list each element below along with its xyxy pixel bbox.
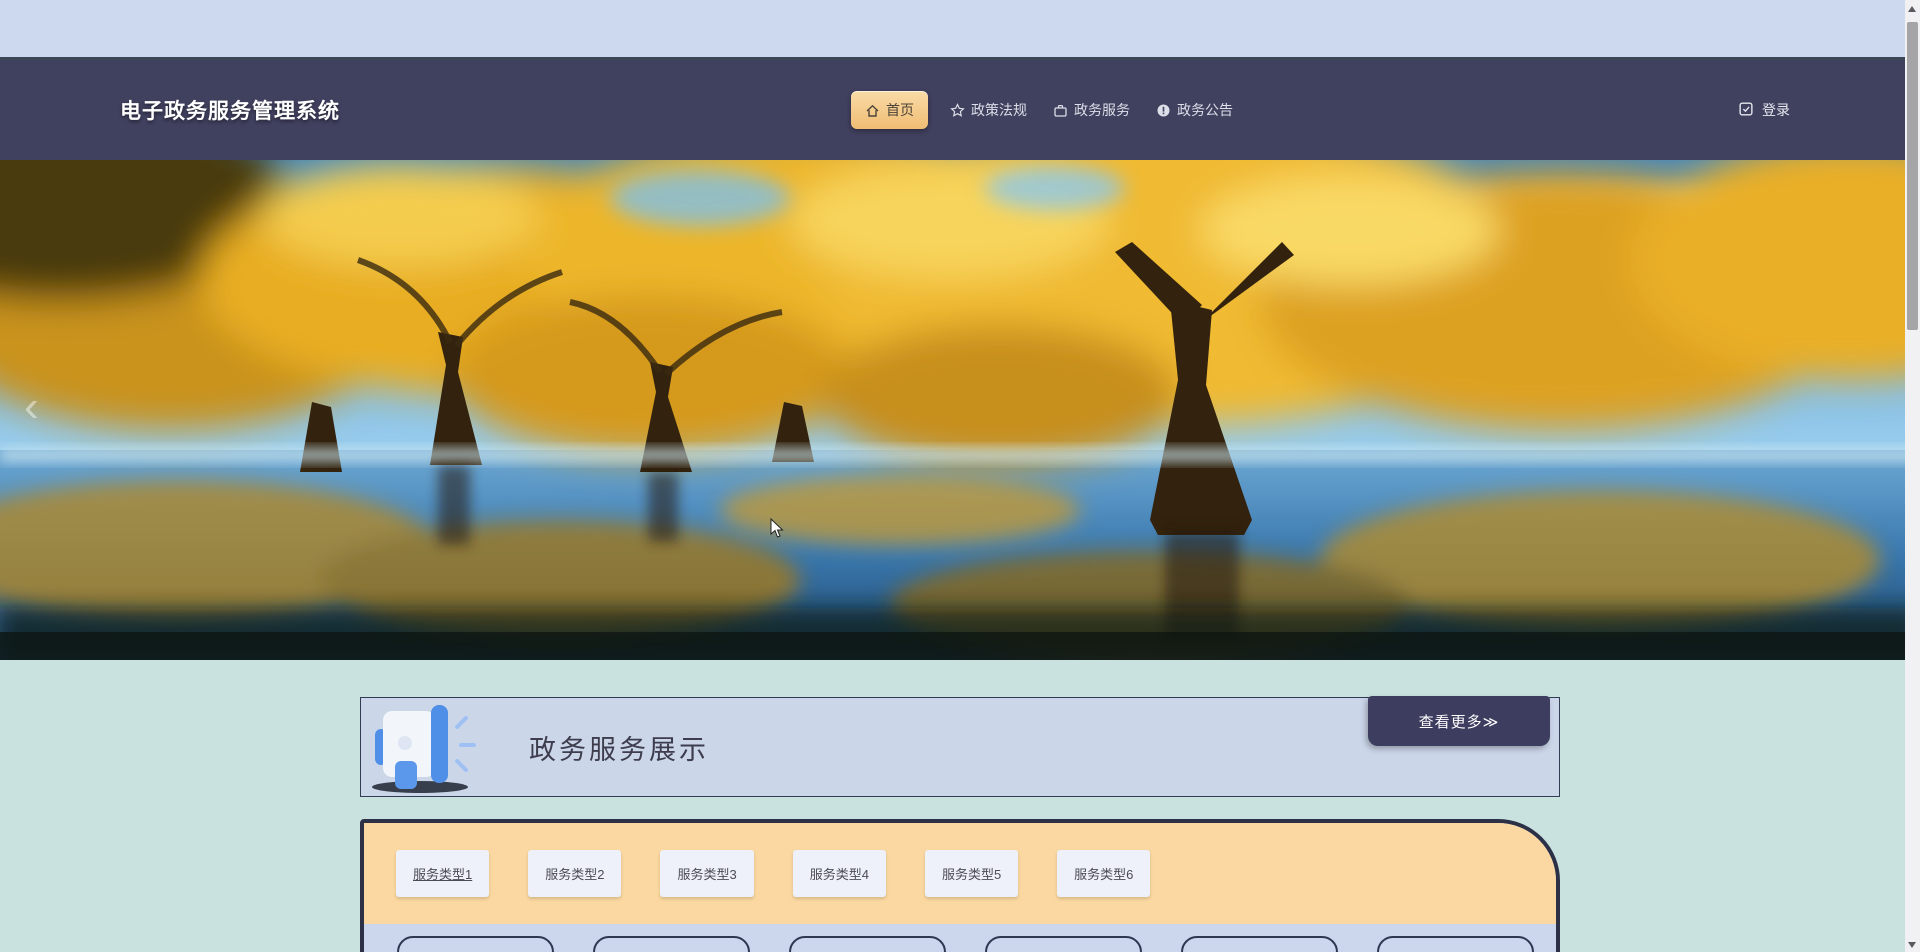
service-card[interactable]: [1181, 936, 1338, 952]
site-logo-title: 电子政务服务管理系统: [120, 95, 340, 125]
scrollbar-down-arrow[interactable]: [1908, 942, 1916, 948]
tab-service-type-2[interactable]: 服务类型2: [528, 850, 621, 897]
tab-service-type-4[interactable]: 服务类型4: [793, 850, 886, 897]
star-icon: [950, 103, 965, 118]
section-title: 政务服务展示: [529, 728, 709, 767]
scrollbar-up-arrow[interactable]: [1908, 6, 1916, 12]
nav-menu: 首页 政策法规 政务服务: [851, 91, 1237, 129]
browser-top-strip: [0, 0, 1920, 57]
nav-item-policies[interactable]: 政策法规: [946, 92, 1031, 128]
service-type-tabs: 服务类型1 服务类型2 服务类型3 服务类型4 服务类型5 服务类型6: [364, 823, 1556, 924]
services-panel: 服务类型1 服务类型2 服务类型3 服务类型4 服务类型5 服务类型6: [360, 819, 1560, 952]
megaphone-icon: [365, 699, 485, 795]
check-square-icon: [1738, 101, 1754, 120]
nav-item-home[interactable]: 首页: [851, 91, 928, 129]
services-section-header: 政务服务展示 查看更多≫: [360, 697, 1560, 797]
login-label: 登录: [1762, 100, 1790, 120]
nav-item-label: 首页: [886, 100, 914, 120]
nav-item-label: 政务服务: [1074, 100, 1130, 120]
info-icon: [1156, 103, 1171, 118]
login-button[interactable]: 登录: [1738, 100, 1790, 120]
home-icon: [865, 103, 880, 118]
mouse-cursor: [770, 518, 785, 544]
service-card[interactable]: [1377, 936, 1534, 952]
service-cards-row: [364, 924, 1556, 952]
scrollbar-thumb[interactable]: [1907, 22, 1918, 330]
see-more-button[interactable]: 查看更多≫: [1368, 696, 1550, 746]
carousel-prev-arrow[interactable]: ‹: [24, 385, 39, 429]
navbar: 电子政务服务管理系统 首页 政策法规: [0, 60, 1920, 160]
main-content: 政务服务展示 查看更多≫ 服务类型1 服务类型2 服务类型3 服务类型4 服务类…: [0, 660, 1920, 952]
nav-item-announcements[interactable]: 政务公告: [1152, 92, 1237, 128]
scrollbar-track[interactable]: [1905, 0, 1920, 952]
service-card[interactable]: [789, 936, 946, 952]
tab-service-type-3[interactable]: 服务类型3: [660, 850, 753, 897]
hero-banner-image: [0, 160, 1920, 660]
briefcase-icon: [1053, 103, 1068, 118]
nav-item-label: 政务公告: [1177, 100, 1233, 120]
tab-service-type-5[interactable]: 服务类型5: [925, 850, 1018, 897]
service-card[interactable]: [985, 936, 1142, 952]
tab-service-type-1[interactable]: 服务类型1: [396, 850, 489, 897]
nav-item-services[interactable]: 政务服务: [1049, 92, 1134, 128]
service-card[interactable]: [593, 936, 750, 952]
tab-service-type-6[interactable]: 服务类型6: [1057, 850, 1150, 897]
service-card[interactable]: [397, 936, 554, 952]
hero-carousel: ‹: [0, 160, 1920, 660]
nav-item-label: 政策法规: [971, 100, 1027, 120]
